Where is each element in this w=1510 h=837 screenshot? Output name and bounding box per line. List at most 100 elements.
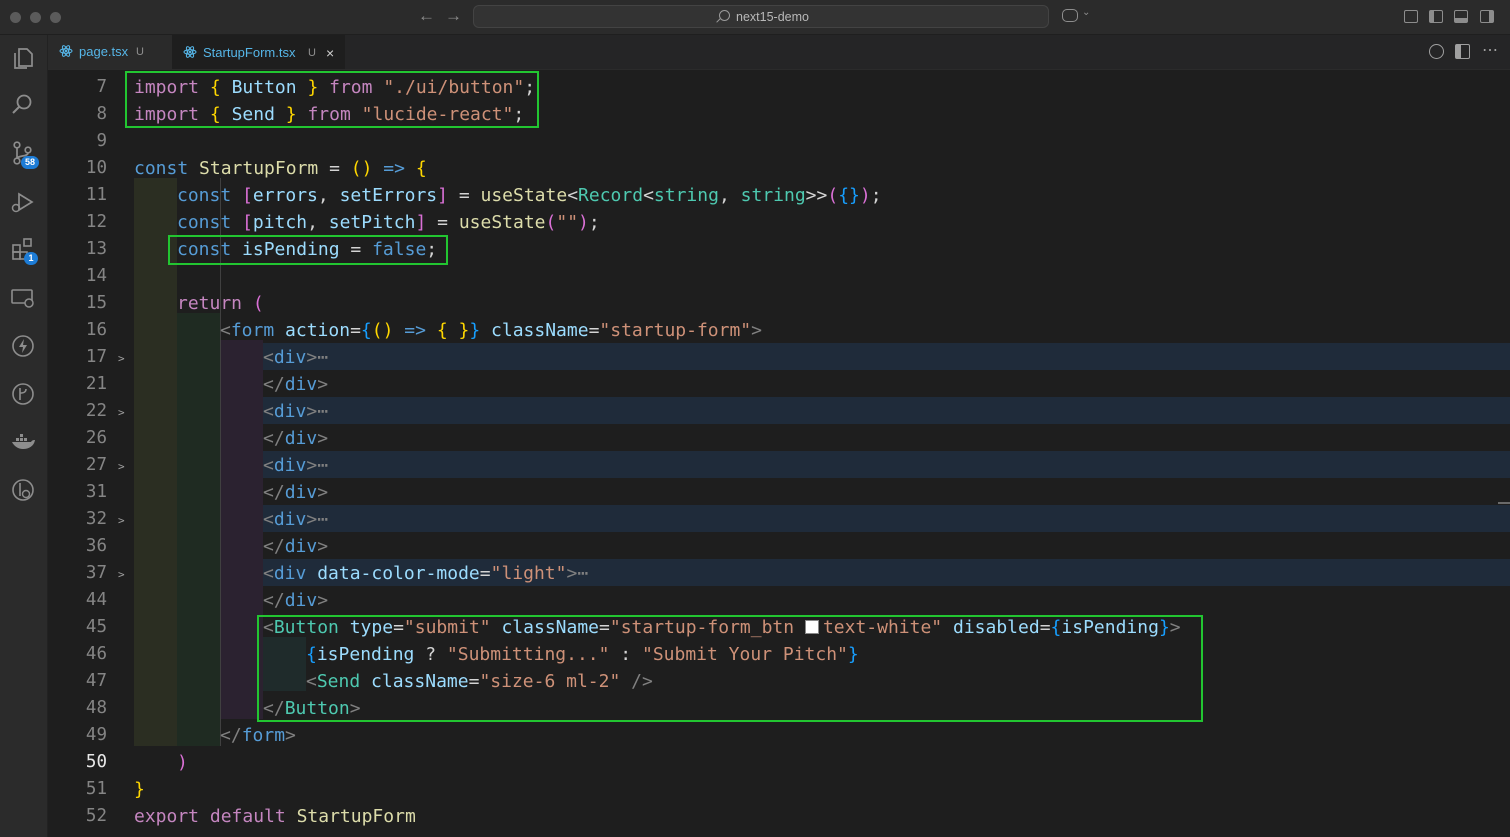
toggle-primary-sidebar-icon[interactable]	[1429, 10, 1443, 23]
code-text: {isPending ? "Submitting..." : "Submit Y…	[306, 644, 859, 665]
zoom-window-button[interactable]	[50, 12, 61, 23]
line-number: 51	[85, 779, 107, 799]
code-text: <div>⋯	[263, 509, 329, 530]
line-number: 47	[85, 671, 107, 691]
code-text: const isPending = false;	[177, 239, 438, 260]
forward-arrow-icon[interactable]: →	[445, 6, 462, 26]
split-editor-icon[interactable]	[1455, 44, 1470, 59]
code-text: const [pitch, setPitch] = useState("");	[177, 212, 600, 233]
line-number: 21	[85, 374, 107, 394]
code-line: 36 </div>	[48, 533, 1510, 560]
code-text: <div>⋯	[263, 347, 329, 368]
chevron-right-icon[interactable]: >	[118, 352, 125, 365]
line-number: 26	[85, 428, 107, 448]
close-window-button[interactable]	[10, 12, 21, 23]
line-number: 11	[85, 185, 107, 205]
line-number: 8	[96, 104, 107, 124]
color-swatch[interactable]	[804, 620, 819, 634]
line-number: 37	[85, 563, 107, 583]
toggle-secondary-sidebar-icon[interactable]	[1480, 10, 1494, 23]
chevron-right-icon[interactable]: >	[118, 460, 125, 473]
code-text: <div>⋯	[263, 455, 329, 476]
code-text: </div>	[263, 428, 329, 449]
chevron-down-icon[interactable]: ⌄	[1082, 7, 1090, 18]
code-text: const [errors, setErrors] = useState<Rec…	[177, 185, 882, 206]
line-number: 50	[85, 752, 107, 772]
line-number: 15	[85, 293, 107, 313]
line-number: 48	[85, 698, 107, 718]
git-graph-icon[interactable]	[10, 381, 36, 407]
command-center-search[interactable]: next15-demo	[473, 5, 1049, 28]
code-line: 10 const StartupForm = () => {	[48, 155, 1510, 182]
code-text: <div>⋯	[263, 401, 329, 422]
run-debug-icon[interactable]	[10, 189, 36, 215]
code-text: <Button type="submit" className="startup…	[263, 617, 1181, 638]
line-number: 44	[85, 590, 107, 610]
code-text: <form action={() => { }} className="star…	[220, 320, 762, 341]
git-lens-icon[interactable]	[10, 477, 36, 503]
line-number: 7	[96, 77, 107, 97]
line-number: 49	[85, 725, 107, 745]
code-text: return (	[177, 293, 264, 314]
code-line: 22 > <div>⋯	[48, 398, 1510, 425]
code-text: <Send className="size-6 ml-2" />	[306, 671, 653, 692]
remote-explorer-icon[interactable]	[10, 285, 36, 311]
line-number: 13	[85, 239, 107, 259]
open-changes-icon[interactable]	[1429, 44, 1444, 59]
code-editor[interactable]: 7 import { Button } from "./ui/button"; …	[48, 70, 1510, 837]
editor-tab-bar: page.tsx U StartupForm.tsx U × ⋯	[48, 35, 1510, 70]
code-line: 44 </div>	[48, 587, 1510, 614]
code-line: 7 import { Button } from "./ui/button";	[48, 74, 1510, 101]
code-line: 8 import { Send } from "lucide-react";	[48, 101, 1510, 128]
chevron-right-icon[interactable]: >	[118, 514, 125, 527]
code-line: 12 const [pitch, setPitch] = useState(""…	[48, 209, 1510, 236]
line-number: 17	[85, 347, 107, 367]
code-line: 9	[48, 128, 1510, 155]
code-text: }	[134, 779, 145, 800]
close-icon[interactable]: ×	[326, 36, 334, 70]
line-number: 36	[85, 536, 107, 556]
chevron-right-icon[interactable]: >	[118, 406, 125, 419]
line-number: 9	[96, 131, 107, 151]
code-text: import { Button } from "./ui/button";	[134, 77, 536, 98]
code-line: 27 > <div>⋯	[48, 452, 1510, 479]
docker-icon[interactable]	[10, 429, 36, 455]
tab-page-tsx[interactable]: page.tsx U	[48, 35, 172, 69]
line-number: 31	[85, 482, 107, 502]
code-text: import { Send } from "lucide-react";	[134, 104, 525, 125]
tab-startupform-tsx[interactable]: StartupForm.tsx U ×	[172, 35, 345, 69]
scrollbar-marker[interactable]	[1498, 502, 1510, 504]
explorer-icon[interactable]	[10, 45, 36, 71]
code-text: <div data-color-mode="light">⋯	[263, 563, 589, 584]
minimize-window-button[interactable]	[30, 12, 41, 23]
chevron-right-icon[interactable]: >	[118, 568, 125, 581]
code-line: 45 <Button type="submit" className="star…	[48, 614, 1510, 641]
line-number: 52	[85, 806, 107, 826]
vscode-window: ← → next15-demo ⌄ 58 1 page.tsx U Startu…	[0, 0, 1510, 837]
line-number: 45	[85, 617, 107, 637]
more-actions-icon[interactable]: ⋯	[1482, 40, 1498, 60]
source-control-badge: 58	[21, 156, 39, 169]
tab-status: U	[308, 47, 316, 59]
code-line: 48 </Button>	[48, 695, 1510, 722]
lightning-icon[interactable]	[10, 333, 36, 359]
code-text: const StartupForm = () => {	[134, 158, 427, 179]
code-text: export default StartupForm	[134, 806, 416, 827]
code-line: 47 <Send className="size-6 ml-2" />	[48, 668, 1510, 695]
code-line: 15 return (	[48, 290, 1510, 317]
code-line: 11 const [errors, setErrors] = useState<…	[48, 182, 1510, 209]
search-icon	[719, 10, 730, 21]
line-number: 10	[85, 158, 107, 178]
line-number: 27	[85, 455, 107, 475]
copilot-icon[interactable]	[1062, 9, 1078, 22]
code-line: 17 > <div>⋯	[48, 344, 1510, 371]
activity-bar: 58 1	[0, 35, 48, 837]
customize-layout-icon[interactable]	[1404, 10, 1418, 23]
code-text: )	[177, 752, 188, 773]
code-line: 46 {isPending ? "Submitting..." : "Submi…	[48, 641, 1510, 668]
search-icon[interactable]	[10, 92, 36, 118]
toggle-panel-icon[interactable]	[1454, 10, 1468, 23]
code-line: 32 > <div>⋯	[48, 506, 1510, 533]
line-number: 46	[85, 644, 107, 664]
back-arrow-icon[interactable]: ←	[418, 6, 435, 26]
